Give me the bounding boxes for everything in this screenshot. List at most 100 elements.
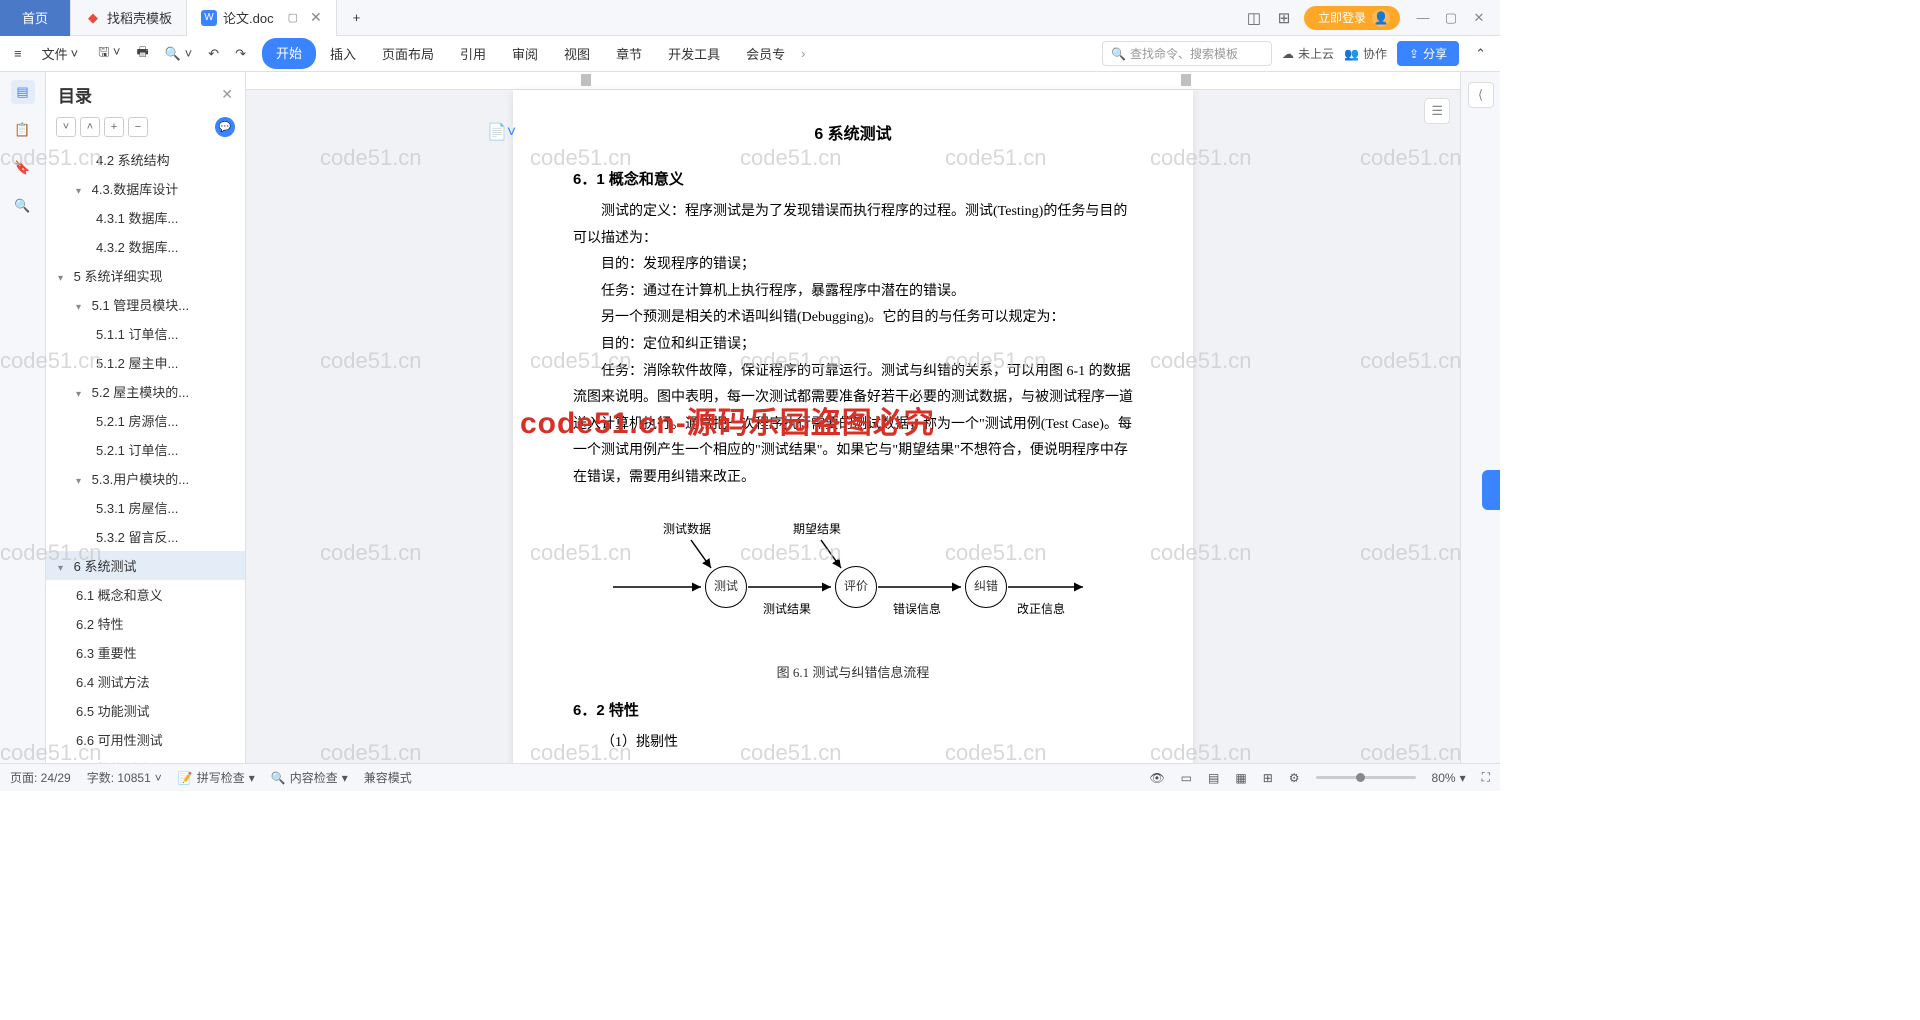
redo-button[interactable]: ↷ — [229, 42, 252, 66]
toc-item[interactable]: ▾ 5.2 屋主模块的... — [46, 377, 245, 406]
preview-button[interactable]: 🔍 ˅ — [159, 42, 198, 66]
clipboard-icon[interactable]: 📋 — [11, 118, 35, 142]
ribbon-tab-member[interactable]: 会员专 — [734, 38, 797, 69]
toc-add[interactable]: + — [104, 117, 124, 137]
toc-item[interactable]: ▾ 4.3.数据库设计 — [46, 174, 245, 203]
view-outline-icon[interactable]: ▦ — [1235, 771, 1246, 785]
search-panel-icon[interactable]: 🔍 — [11, 194, 35, 218]
side-tab[interactable] — [1482, 470, 1500, 510]
zoom-value[interactable]: 80% ▾ — [1432, 771, 1466, 785]
toc-item[interactable]: 6.6 可用性测试 — [46, 725, 245, 754]
toc-item[interactable]: 6.7 性能测试 — [46, 754, 245, 763]
toc-item[interactable]: 5.1.2 屋主申... — [46, 348, 245, 377]
toc-item[interactable]: 5.2.1 订单信... — [46, 435, 245, 464]
login-button[interactable]: 立即登录 👤 — [1304, 6, 1400, 30]
toc-item[interactable]: 5.3.1 房屋信... — [46, 493, 245, 522]
toc-item[interactable]: 5.3.2 留言反... — [46, 522, 245, 551]
split-icon[interactable]: ◫ — [1244, 8, 1264, 28]
toc-item[interactable]: 6.2 特性 — [46, 609, 245, 638]
toc-title: 目录 — [58, 82, 213, 107]
status-compat[interactable]: 兼容模式 — [364, 769, 412, 786]
maximize-button[interactable]: ▢ — [1438, 5, 1464, 31]
ribbon-tab-layout[interactable]: 页面布局 — [370, 38, 446, 69]
ribbon-tab-insert[interactable]: 插入 — [318, 38, 368, 69]
document-area[interactable]: 📄˅ 6 系统测试 6．1 概念和意义 测试的定义：程序测试是为了发现错误而执行… — [246, 72, 1460, 763]
ribbon-right: 🔍 查找命令、搜索模板 ☁ 未上云 👥 协作 ⇪ 分享 ⌃ — [1102, 41, 1492, 66]
view-web-icon[interactable]: ▤ — [1208, 771, 1219, 785]
ribbon-tab-references[interactable]: 引用 — [448, 38, 498, 69]
page-marker-icon[interactable]: 📄˅ — [487, 122, 516, 142]
toc-remove[interactable]: − — [128, 117, 148, 137]
toc-badge[interactable]: 💬 — [215, 117, 235, 137]
avatar-icon: 👤 — [1372, 9, 1390, 27]
close-window-button[interactable]: ✕ — [1466, 5, 1492, 31]
toc-item[interactable]: ▾ 5.3.用户模块的... — [46, 464, 245, 493]
outline-icon[interactable]: ▤ — [11, 80, 35, 104]
main: ▤ 📋 🔖 🔍 目录 ✕ ˅ ˄ + − 💬 4.2 系统结构▾ 4.3.数据库… — [0, 72, 1500, 763]
zoom-slider[interactable] — [1316, 776, 1416, 779]
toc-item[interactable]: 6.3 重要性 — [46, 638, 245, 667]
toc-item[interactable]: ▾ 5.1 管理员模块... — [46, 290, 245, 319]
settings-icon[interactable]: ⚙ — [1289, 771, 1300, 785]
toc-list[interactable]: 4.2 系统结构▾ 4.3.数据库设计4.3.1 数据库...4.3.2 数据库… — [46, 145, 245, 763]
view-page-icon[interactable]: ▭ — [1181, 771, 1192, 785]
new-tab-button[interactable]: + — [337, 0, 377, 36]
toc-item[interactable]: 4.3.1 数据库... — [46, 203, 245, 232]
toc-item[interactable]: 6.5 功能测试 — [46, 696, 245, 725]
toc-item[interactable]: 6.1 概念和意义 — [46, 580, 245, 609]
toc-item[interactable]: 5.2.1 房源信... — [46, 406, 245, 435]
tab-templates[interactable]: ◆ 找稻壳模板 — [71, 0, 187, 36]
bookmark-icon[interactable]: 🔖 — [11, 156, 35, 180]
undo-button[interactable]: ↶ — [202, 42, 225, 66]
toc-item[interactable]: 4.3.2 数据库... — [46, 232, 245, 261]
tab-home[interactable]: 首页 — [0, 0, 71, 36]
ribbon-tab-devtools[interactable]: 开发工具 — [656, 38, 732, 69]
toc-close-icon[interactable]: ✕ — [221, 86, 233, 103]
file-menu[interactable]: 文件 ˅ — [32, 40, 89, 67]
ribbon-tab-view[interactable]: 视图 — [552, 38, 602, 69]
ribbon-tab-review[interactable]: 审阅 — [500, 38, 550, 69]
window-icon[interactable]: ▢ — [288, 11, 298, 24]
menu-button[interactable]: ≡ — [8, 42, 28, 65]
save-button[interactable]: 🖫 ˅ — [92, 39, 126, 69]
view-read-icon[interactable]: 👁 — [1149, 771, 1164, 785]
toc-collapse-all[interactable]: ˅ — [56, 117, 76, 137]
rail-expand-icon[interactable]: ⟨ — [1468, 82, 1494, 108]
toc-item[interactable]: 5.1.1 订单信... — [46, 319, 245, 348]
doc-heading-1: 6 系统测试 — [573, 120, 1133, 144]
share-button[interactable]: ⇪ 分享 — [1397, 41, 1459, 66]
toc-item[interactable]: ▾ 6 系统测试 — [46, 551, 245, 580]
ruler-indent-right[interactable] — [1181, 74, 1191, 86]
fullscreen-icon[interactable]: ⛶ — [1482, 770, 1490, 785]
command-search[interactable]: 🔍 查找命令、搜索模板 — [1102, 41, 1272, 66]
ribbon-tab-start[interactable]: 开始 — [262, 38, 316, 69]
ribbon-tab-sections[interactable]: 章节 — [604, 38, 654, 69]
status-contentcheck[interactable]: 🔍 内容检查 ▾ — [271, 769, 348, 786]
collab-button[interactable]: 👥 协作 — [1344, 45, 1387, 62]
close-tab-icon[interactable]: ✕ — [310, 9, 322, 26]
toc-item[interactable]: 4.2 系统结构 — [46, 145, 245, 174]
search-placeholder: 查找命令、搜索模板 — [1130, 45, 1238, 62]
toc-expand-all[interactable]: ˄ — [80, 117, 100, 137]
toc-item[interactable]: ▾ 5 系统详细实现 — [46, 261, 245, 290]
zoom-thumb[interactable] — [1356, 773, 1365, 782]
toc-item[interactable]: 6.4 测试方法 — [46, 667, 245, 696]
view-grid-icon[interactable]: ⊞ — [1263, 771, 1273, 785]
minimize-button[interactable]: — — [1410, 5, 1436, 31]
ribbon-collapse[interactable]: ⌃ — [1469, 42, 1492, 66]
ribbon-overflow[interactable]: › — [801, 46, 805, 61]
tab-label: 找稻壳模板 — [107, 8, 172, 27]
status-spellcheck[interactable]: 📝 拼写检查 ▾ — [178, 769, 255, 786]
tab-document[interactable]: W 论文.doc ▢ ✕ — [187, 0, 337, 36]
doc-paragraph: 目的：定位和纠正错误； — [573, 332, 1133, 359]
status-page[interactable]: 页面: 24/29 — [10, 769, 71, 786]
panel-toggle-icon[interactable]: ☰ — [1424, 98, 1450, 124]
titlebar-right: ◫ ⊞ 立即登录 👤 — ▢ ✕ — [1244, 5, 1500, 31]
print-button[interactable]: 🖶 — [130, 39, 154, 69]
doc-paragraph: 任务：通过在计算机上执行程序，暴露程序中潜在的错误。 — [573, 279, 1133, 306]
apps-icon[interactable]: ⊞ — [1274, 8, 1294, 28]
cloud-status[interactable]: ☁ 未上云 — [1282, 45, 1334, 62]
status-wordcount[interactable]: 字数: 10851 ˅ — [87, 769, 162, 786]
horizontal-ruler[interactable] — [246, 72, 1460, 90]
ruler-indent-left[interactable] — [581, 74, 591, 86]
